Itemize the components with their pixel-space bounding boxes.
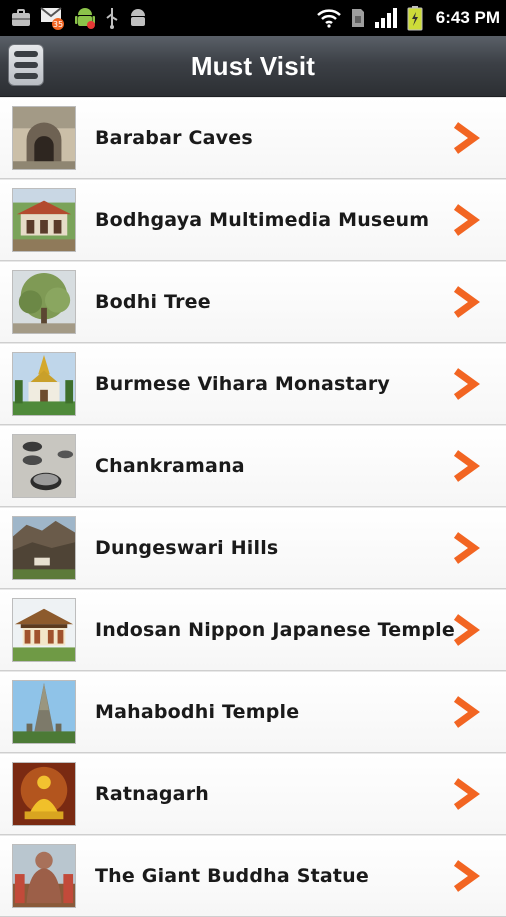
email-icon: 35 [40,7,64,30]
place-name: Burmese Vihara Monastary [95,373,390,395]
place-name: Indosan Nippon Japanese Temple [95,619,455,641]
usb-icon [106,8,118,29]
place-name: Barabar Caves [95,127,253,149]
mahabodhi-temple-thumbnail [12,680,76,744]
list-item[interactable]: Burmese Vihara Monastary [0,343,506,425]
place-name: Bodhi Tree [95,291,211,313]
signal-icon [374,8,397,28]
chevron-right-icon [453,368,480,400]
list-item[interactable]: Mahabodhi Temple [0,671,506,753]
multimedia-museum-thumbnail [12,188,76,252]
android-debug-icon [131,9,145,26]
chevron-right-icon [453,450,480,482]
japanese-temple-thumbnail [12,598,76,662]
menu-icon-bar [14,73,38,79]
place-name: Dungeswari Hills [95,537,279,559]
ratnagarh-thumbnail [12,762,76,826]
status-bar: 35 6:43 PM [0,0,506,36]
sim-icon [351,9,364,27]
svg-text:35: 35 [53,20,63,29]
briefcase-icon [12,9,30,26]
chevron-right-icon [453,696,480,728]
menu-icon-bar [14,51,38,57]
header-bar: Must Visit [0,36,506,97]
chevron-right-icon [453,778,480,810]
chevron-right-icon [453,122,480,154]
list-item[interactable]: Bodhi Tree [0,261,506,343]
notification-icons: 35 [10,5,148,31]
list-item[interactable]: Dungeswari Hills [0,507,506,589]
wifi-icon [316,9,341,28]
burmese-vihara-thumbnail [12,352,76,416]
place-name: The Giant Buddha Statue [95,865,369,887]
list-item[interactable]: Barabar Caves [0,97,506,179]
page-title: Must Visit [190,50,316,81]
android-icon [75,8,95,29]
battery-icon [407,6,423,31]
list-item[interactable]: Ratnagarh [0,753,506,835]
dungeswari-hills-thumbnail [12,516,76,580]
barabar-caves-thumbnail [12,106,76,170]
chevron-right-icon [453,532,480,564]
chevron-right-icon [453,286,480,318]
list-item[interactable]: Bodhgaya Multimedia Museum [0,179,506,261]
giant-buddha-thumbnail [12,844,76,908]
clock: 6:43 PM [435,8,500,27]
bodhi-tree-thumbnail [12,270,76,334]
chevron-right-icon [453,860,480,892]
list-item[interactable]: Chankramana [0,425,506,507]
chankramana-thumbnail [12,434,76,498]
place-name: Bodhgaya Multimedia Museum [95,209,430,231]
system-icons: 6:43 PM [316,5,500,31]
list-item[interactable]: Indosan Nippon Japanese Temple [0,589,506,671]
chevron-right-icon [453,204,480,236]
place-name: Mahabodhi Temple [95,701,300,723]
chevron-right-icon [453,614,480,646]
menu-icon-bar [14,62,38,68]
list-item[interactable]: The Giant Buddha Statue [0,835,506,917]
place-name: Chankramana [95,455,245,477]
place-name: Ratnagarh [95,783,210,805]
menu-button[interactable] [8,44,44,86]
places-list: Barabar Caves Bodhgaya Multimedia Museum [0,97,506,917]
